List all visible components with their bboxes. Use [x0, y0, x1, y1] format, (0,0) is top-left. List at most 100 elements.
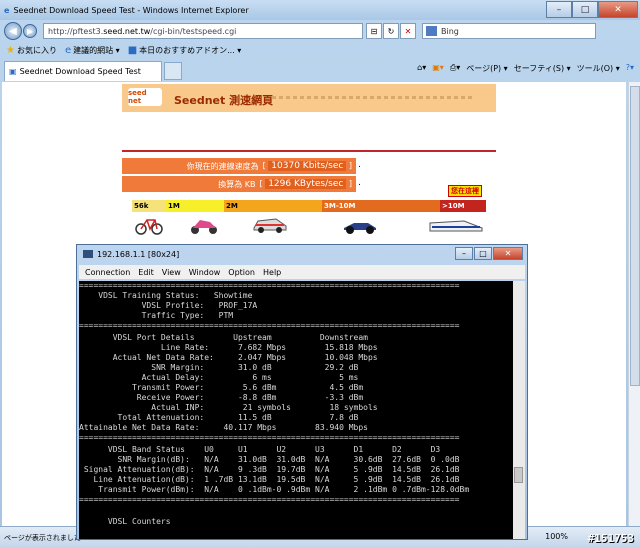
term-line: Transmit Power: 5.6 dBm 4.5 dBm: [79, 383, 364, 392]
term-line: Actual INP: 21 symbols 18 symbols: [79, 403, 378, 412]
suggested-sites-link[interactable]: e 建議的網站 ▾: [65, 45, 120, 56]
speed-scale: 56k 1M 2M 3M-10M >10M: [132, 200, 486, 212]
banner-decoration: [272, 96, 472, 99]
race-car-icon: [344, 223, 376, 234]
term-line: VDSL Training Status: Showtime: [79, 291, 253, 300]
window-controls: – □ ✕: [546, 1, 638, 18]
tab-row: ▣ Seednet Download Speed Test ⌂▾ ▣▾ ⎙▾ ペ…: [0, 60, 640, 82]
scale-3m-10m: 3M-10M: [322, 200, 440, 212]
address-row: ◀ ▶ http://pftest3. seed.net.tw/cgi-bin/t…: [0, 20, 640, 42]
url-path: /cgi-bin/testspeed.cgi: [150, 26, 237, 36]
term-line: Signal Attenuation(dB): N/A 9 .3dB 19.7d…: [79, 465, 460, 474]
ie-logo-icon: e: [4, 5, 10, 15]
menu-view[interactable]: View: [162, 268, 181, 277]
suggested-sites-label: 建議的網站 ▾: [73, 46, 120, 55]
tab-active[interactable]: ▣ Seednet Download Speed Test: [4, 61, 162, 81]
bullet-train-icon: [429, 220, 483, 232]
menu-connection[interactable]: Connection: [85, 268, 130, 277]
home-icon[interactable]: ⌂▾: [417, 63, 426, 74]
status-text: ページが表示されました: [4, 533, 81, 542]
star-icon: ★: [6, 45, 15, 56]
menu-option[interactable]: Option: [228, 268, 255, 277]
term-line: Actual Delay: 6 ms 5 ms: [79, 373, 359, 382]
terminal-screen[interactable]: ========================================…: [79, 281, 513, 539]
term-line: Line Rate: 7.682 Mbps 15.818 Mbps: [79, 343, 378, 352]
speed-row-kbytes: 換算為 KB [ 1296 KBytes/sec ]: [122, 176, 356, 192]
menu-help[interactable]: Help: [263, 268, 281, 277]
term-line: VDSL Band Status U0 U1 U2 U3 D1 D2 D3: [79, 445, 441, 454]
tab-label: Seednet Download Speed Test: [19, 67, 141, 76]
seednet-logo: seed net: [128, 88, 162, 106]
dot-1: .: [358, 160, 361, 170]
terminal-controls: – □ ✕: [454, 247, 523, 260]
terminal-close-button[interactable]: ✕: [493, 247, 523, 260]
search-placeholder: Bing: [441, 26, 459, 36]
help-icon[interactable]: ?▾: [626, 63, 634, 74]
term-line: VDSL Counters: [79, 517, 171, 526]
feeds-icon[interactable]: ▣▾: [432, 63, 444, 74]
term-line: ========================================…: [79, 433, 460, 442]
term-line: Total Attenuation: 11.5 dB 7.8 dB: [79, 413, 359, 422]
print-icon[interactable]: ⎙▾: [450, 63, 460, 74]
speed-kbits-value: 10370 Kbits/sec: [268, 161, 347, 171]
back-button[interactable]: ◀: [4, 22, 22, 40]
term-line: SNR Margin: 31.0 dB 29.2 dB: [79, 363, 359, 372]
terminal-title: 192.168.1.1 [80x24]: [97, 249, 180, 259]
terminal-window: 192.168.1.1 [80x24] – □ ✕ Connection Edi…: [76, 244, 528, 540]
term-line: Line Attenuation(dB): 1 .7dB 13.1dB 19.5…: [79, 475, 460, 484]
refresh-icon[interactable]: ↻: [383, 23, 399, 39]
new-tab-button[interactable]: [164, 62, 182, 80]
term-line: Transmit Power(dBm): N/A 0 .1dBm-0 .9dBm…: [79, 485, 470, 494]
scale-56k: 56k: [132, 200, 166, 212]
terminal-scroll-thumb[interactable]: [514, 467, 523, 483]
addons-link[interactable]: ■ 本日のおすすめアドオン... ▾: [128, 45, 242, 56]
screenshot-id: #151753: [587, 532, 634, 545]
terminal-scrollbar[interactable]: [513, 281, 525, 539]
close-button[interactable]: ✕: [598, 1, 638, 18]
term-line: SNR Margin(dB): N/A 31.0dB 31.0dB N/A 30…: [79, 455, 460, 464]
term-line: ========================================…: [79, 321, 460, 330]
speed-kbytes-value: 1296 KBytes/sec: [265, 179, 347, 189]
bing-icon: [426, 26, 437, 36]
address-bar[interactable]: http://pftest3. seed.net.tw/cgi-bin/tests…: [43, 23, 363, 39]
scale-10m: >10M: [440, 200, 486, 212]
scale-1m: 1M: [166, 200, 224, 212]
terminal-minimize-button[interactable]: –: [455, 247, 473, 260]
menu-window[interactable]: Window: [189, 268, 221, 277]
ie-site-icon: e: [64, 45, 72, 56]
banner-title: Seednet 測速網頁: [174, 94, 274, 107]
seednet-banner: seed net Seednet 測速網頁: [122, 84, 496, 112]
terminal-menu-bar: Connection Edit View Window Option Help: [79, 265, 525, 279]
command-bar: ⌂▾ ▣▾ ⎙▾ ページ(P) ▾ セーフティ(S) ▾ ツール(O) ▾ ?▾: [411, 63, 634, 74]
cmd-safety[interactable]: セーフティ(S) ▾: [514, 63, 571, 74]
car-icon: [253, 218, 287, 233]
zoom-level[interactable]: 100%: [545, 532, 568, 541]
menu-edit[interactable]: Edit: [138, 268, 154, 277]
url-prefix: http://pftest3.: [48, 26, 104, 36]
minimize-button[interactable]: –: [546, 1, 572, 18]
window-titlebar: e Seednet Download Speed Test - Windows …: [0, 0, 640, 20]
maximize-button[interactable]: □: [572, 1, 598, 18]
terminal-maximize-button[interactable]: □: [474, 247, 492, 260]
search-input[interactable]: Bing: [422, 23, 596, 39]
term-line: VDSL Port Details Upstream Downstream: [79, 333, 368, 342]
window-title: Seednet Download Speed Test - Windows In…: [13, 5, 249, 15]
speed-row1-label: 你現在的連線速度為: [186, 161, 259, 171]
speed-row2-label: 換算為 KB: [218, 179, 256, 189]
divider-line: [122, 150, 496, 152]
favorites-bar: ★ お気に入り e 建議的網站 ▾ ■ 本日のおすすめアドオン... ▾: [0, 42, 640, 59]
term-line: ========================================…: [79, 495, 460, 504]
compat-view-icon[interactable]: ⊟: [366, 23, 382, 39]
address-tools: ⊟ ↻ ✕: [365, 23, 416, 39]
term-line: Actual Net Data Rate: 2.047 Mbps 10.048 …: [79, 353, 378, 362]
favorites-button[interactable]: ★ お気に入り: [6, 45, 57, 56]
forward-button[interactable]: ▶: [23, 24, 37, 38]
stop-icon[interactable]: ✕: [400, 23, 416, 39]
page-scroll-thumb[interactable]: [630, 86, 640, 386]
addons-label: 本日のおすすめアドオン... ▾: [139, 46, 242, 55]
cmd-tools[interactable]: ツール(O) ▾: [577, 63, 620, 74]
terminal-icon: [83, 250, 93, 258]
page-scrollbar[interactable]: [628, 82, 640, 526]
cmd-page[interactable]: ページ(P) ▾: [466, 63, 507, 74]
bicycle-icon: [135, 219, 163, 235]
